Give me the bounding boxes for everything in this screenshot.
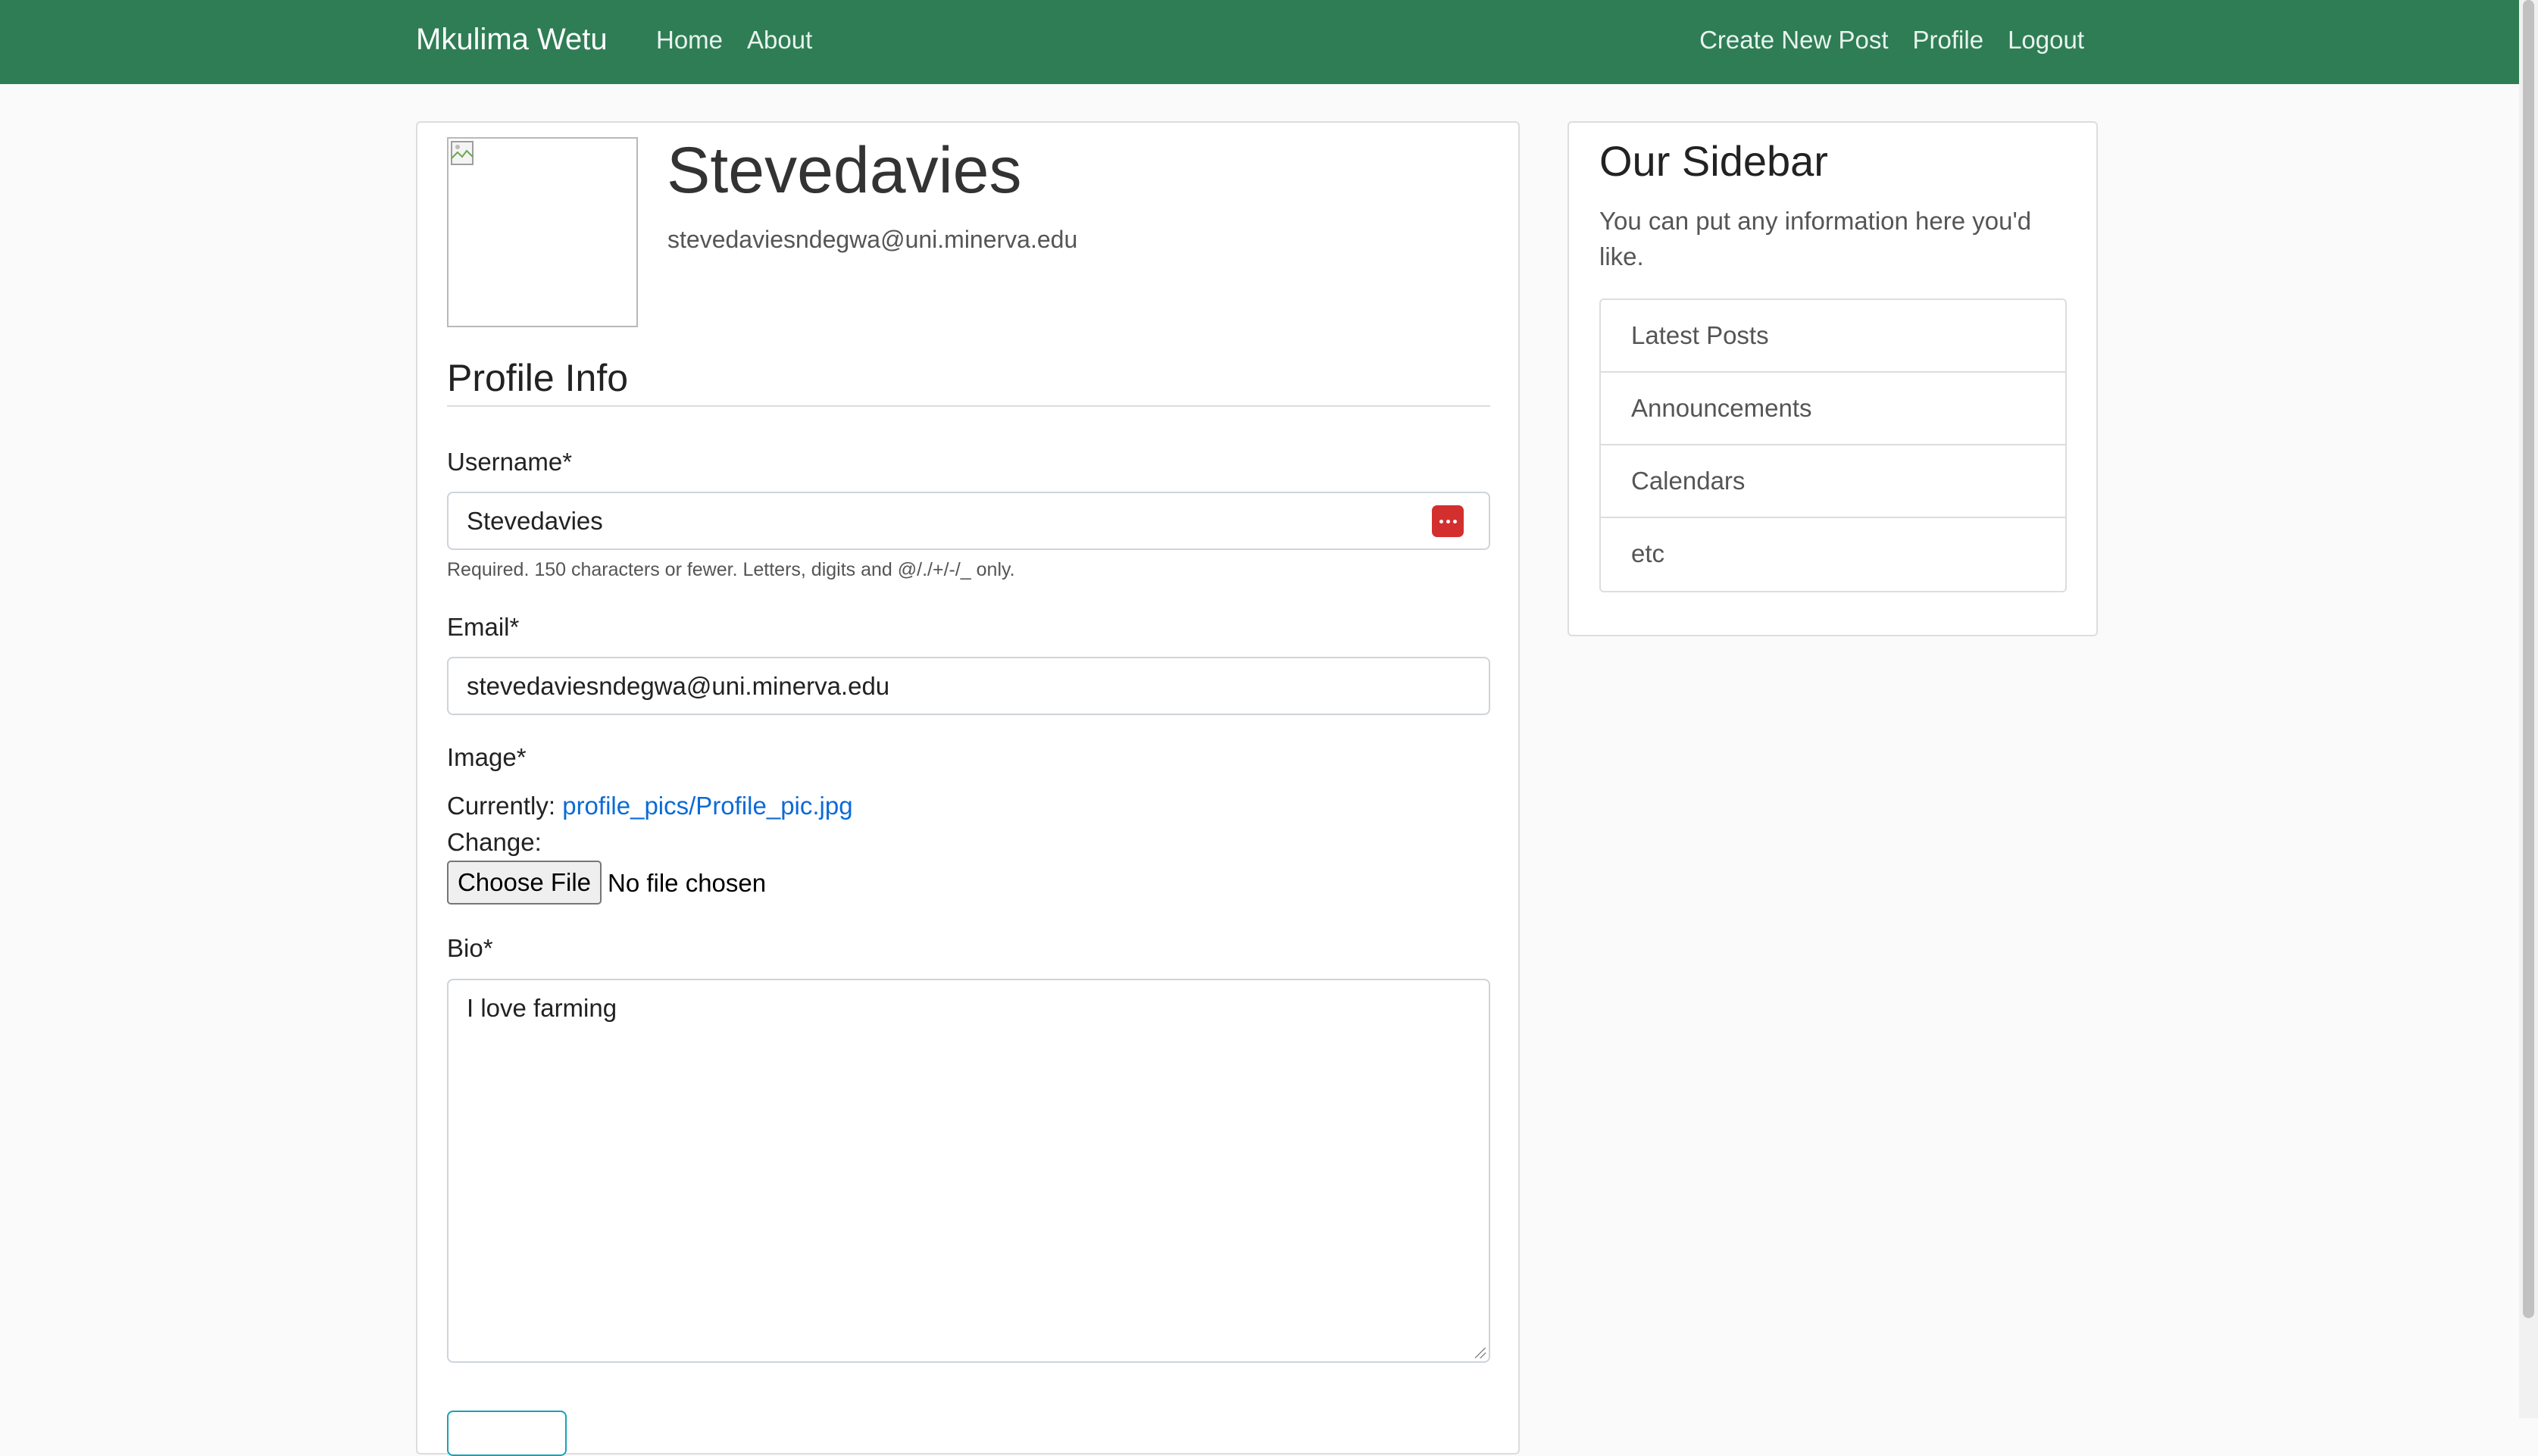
choose-file-button[interactable]: Choose File [447, 861, 602, 905]
sidebar-item-latest-posts[interactable]: Latest Posts [1601, 300, 2065, 373]
image-label: Image* [447, 743, 527, 771]
sidebar-title: Our Sidebar [1599, 137, 1828, 185]
profile-username: Stevedavies [667, 134, 1022, 207]
bio-label: Bio* [447, 934, 493, 962]
section-divider [447, 405, 1490, 407]
nav-left-links: Home About [656, 26, 812, 55]
currently-label: Currently: [447, 792, 556, 820]
sidebar-item-etc[interactable]: etc [1601, 518, 2065, 591]
bio-textarea[interactable]: I love farming [447, 979, 1490, 1363]
nav-create-post-link[interactable]: Create New Post [1699, 26, 1888, 55]
avatar [447, 137, 638, 327]
top-navbar: Mkulima Wetu Home About Create New Post … [0, 0, 2519, 84]
submit-button[interactable] [447, 1411, 567, 1456]
nav-about-link[interactable]: About [747, 26, 812, 55]
current-image-row: Currently: profile_pics/Profile_pic.jpg [447, 792, 853, 820]
email-input[interactable]: stevedaviesndegwa@uni.minerva.edu [447, 657, 1490, 715]
file-status-text: No file chosen [608, 869, 767, 897]
password-manager-icon[interactable] [1432, 505, 1464, 537]
nav-home-link[interactable]: Home [656, 26, 723, 55]
sidebar-item-calendars[interactable]: Calendars [1601, 445, 2065, 518]
bio-text: I love farming [467, 994, 617, 1022]
username-help-text: Required. 150 characters or fewer. Lette… [447, 559, 1015, 580]
nav-profile-link[interactable]: Profile [1913, 26, 1984, 55]
brand-link[interactable]: Mkulima Wetu [416, 23, 608, 57]
current-image-link[interactable]: profile_pics/Profile_pic.jpg [562, 792, 852, 820]
broken-image-icon [451, 141, 474, 165]
sidebar-list: Latest Posts Announcements Calendars etc [1599, 298, 2067, 592]
username-label: Username* [447, 448, 573, 476]
resize-handle[interactable] [1475, 1348, 1486, 1358]
nav-right-links: Create New Post Profile Logout [1699, 26, 2084, 55]
scrollbar-thumb[interactable] [2523, 0, 2534, 1318]
sidebar-item-announcements[interactable]: Announcements [1601, 373, 2065, 445]
change-label: Change: [447, 828, 542, 856]
sidebar-description: You can put any information here you'd l… [1599, 207, 2032, 270]
email-label: Email* [447, 613, 520, 641]
username-input[interactable]: Stevedavies [447, 492, 1490, 550]
section-title: Profile Info [447, 357, 629, 399]
nav-logout-link[interactable]: Logout [2008, 26, 2084, 55]
profile-email: stevedaviesndegwa@uni.minerva.edu [667, 226, 1078, 253]
